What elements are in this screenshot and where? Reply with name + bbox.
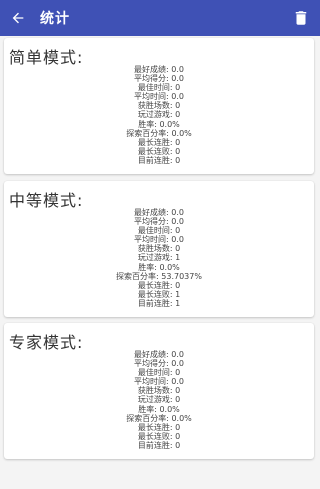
expert-mode-card: 专家模式: 最好成绩: 0.0 平均得分: 0.0 最佳时间: 0 平均时间: …	[4, 323, 314, 459]
stat-current-streak: 目前连胜: 0	[137, 440, 181, 450]
stat-games-played: 玩过游戏: 0	[137, 110, 181, 120]
stat-best-time: 最佳时间: 0	[137, 226, 181, 236]
stat-best-score: 最好成绩: 0.0	[134, 350, 184, 359]
stat-average-score: 平均得分: 0.0	[134, 74, 184, 84]
stat-explore-percent: 探索百分率: 0.0%	[126, 128, 192, 138]
easy-mode-card: 简单模式: 最好成绩: 0.0 平均得分: 0.0 最佳时间: 0 平均时间: …	[4, 38, 314, 174]
stat-longest-win-streak: 最长连胜: 0	[137, 137, 181, 147]
stat-win-rate: 胜率: 0.0%	[138, 404, 180, 414]
stat-longest-lose-streak: 最长连败: 0	[137, 146, 181, 156]
arrow-back-icon	[12, 12, 24, 24]
app-bar: 统计	[0, 0, 320, 36]
stat-best-time: 最佳时间: 0	[137, 83, 181, 93]
medium-mode-stats: 最好成绩: 0.0 平均得分: 0.0 最佳时间: 0 平均时间: 0.0 获胜…	[4, 208, 314, 308]
stat-win-rate: 胜率: 0.0%	[138, 262, 180, 272]
stat-longest-win-streak: 最长连胜: 0	[137, 422, 181, 432]
stat-average-score: 平均得分: 0.0	[134, 359, 184, 369]
back-button[interactable]	[0, 0, 36, 36]
stat-games-played: 玩过游戏: 0	[137, 395, 181, 405]
stat-best-time: 最佳时间: 0	[137, 368, 181, 378]
stat-games-played: 玩过游戏: 1	[137, 253, 181, 263]
stat-average-time: 平均时间: 0.0	[134, 377, 184, 387]
trash-icon[interactable]	[292, 8, 310, 28]
stat-best-score: 最好成绩: 0.0	[134, 65, 184, 74]
stat-longest-lose-streak: 最长连败: 0	[137, 431, 181, 441]
stat-explore-percent: 探索百分率: 53.7037%	[116, 271, 202, 281]
stat-current-streak: 目前连胜: 0	[137, 155, 181, 165]
stat-average-time: 平均时间: 0.0	[134, 235, 184, 245]
page-title: 统计	[40, 11, 70, 27]
stat-average-score: 平均得分: 0.0	[134, 217, 184, 227]
stat-average-time: 平均时间: 0.0	[134, 92, 184, 102]
stat-explore-percent: 探索百分率: 0.0%	[126, 413, 192, 423]
stat-longest-win-streak: 最长连胜: 0	[137, 280, 181, 290]
easy-mode-stats: 最好成绩: 0.0 平均得分: 0.0 最佳时间: 0 平均时间: 0.0 获胜…	[4, 65, 314, 165]
stat-longest-lose-streak: 最长连败: 1	[137, 289, 181, 299]
medium-mode-card: 中等模式: 最好成绩: 0.0 平均得分: 0.0 最佳时间: 0 平均时间: …	[4, 181, 314, 317]
expert-mode-stats: 最好成绩: 0.0 平均得分: 0.0 最佳时间: 0 平均时间: 0.0 获胜…	[4, 350, 314, 450]
stat-win-rate: 胜率: 0.0%	[138, 119, 180, 129]
stat-current-streak: 目前连胜: 1	[137, 298, 181, 308]
stat-best-score: 最好成绩: 0.0	[134, 208, 184, 217]
